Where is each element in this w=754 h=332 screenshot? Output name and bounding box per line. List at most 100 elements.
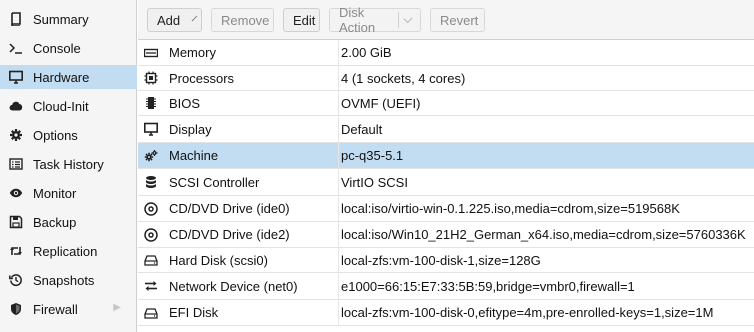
desktop-icon — [9, 70, 23, 84]
revert-button[interactable]: Revert — [430, 8, 485, 32]
sidebar-item-label: Task History — [33, 156, 104, 172]
column-divider — [338, 169, 339, 195]
revert-button-label: Revert — [440, 12, 479, 28]
cdrom-icon — [144, 227, 158, 242]
add-button[interactable]: Add — [147, 8, 202, 32]
row-key: Memory — [169, 45, 216, 60]
hardware-row-machine[interactable]: Machine pc-q35-5.1 — [138, 143, 754, 169]
row-value: VirtIO SCSI — [341, 174, 408, 190]
cogs-icon — [144, 149, 158, 163]
column-divider — [338, 273, 339, 299]
hardware-row-hard-disk-scsi0[interactable]: Hard Disk (scsi0) local-zfs:vm-100-disk-… — [138, 248, 754, 273]
row-value: Default — [341, 121, 383, 137]
row-key: SCSI Controller — [169, 174, 260, 190]
sidebar-item-backup[interactable]: Backup — [0, 210, 137, 234]
cdrom-icon — [144, 201, 158, 216]
row-value: e1000=66:15:E7:33:5B:59,bridge=vmbr0,fir… — [341, 278, 635, 294]
sidebar-item-label: Backup — [33, 214, 77, 230]
sidebar-item-label: Firewall — [33, 301, 78, 317]
book-icon — [9, 12, 23, 26]
row-key: Display — [169, 121, 212, 137]
desktop-icon — [144, 122, 158, 136]
row-key: BIOS — [169, 95, 201, 111]
sidebar-item-label: Console — [33, 40, 81, 56]
row-key: Network Device (net0) — [169, 278, 298, 294]
retweet-icon — [9, 244, 23, 258]
hardware-row-processors[interactable]: Processors 4 (1 sockets, 4 cores) — [138, 66, 754, 91]
row-key: Processors — [169, 70, 235, 86]
edit-button[interactable]: Edit — [283, 8, 320, 32]
database-icon — [144, 175, 158, 189]
history-icon — [9, 273, 23, 287]
hdd-icon — [144, 306, 158, 320]
sidebar-item-console[interactable]: Console — [0, 36, 137, 60]
exchange-icon — [144, 279, 158, 293]
button-separator — [398, 12, 400, 28]
sidebar-item-options[interactable]: Options — [0, 123, 137, 147]
row-key: CD/DVD Drive (ide0) — [169, 201, 290, 216]
column-divider — [338, 116, 339, 142]
sidebar-item-snapshots[interactable]: Snapshots — [0, 268, 137, 292]
sidebar-item-label: Replication — [33, 243, 98, 259]
row-value: 4 (1 sockets, 4 cores) — [341, 70, 466, 86]
row-value: local-zfs:vm-100-disk-1,size=128G — [341, 252, 541, 268]
sidebar-item-label: Options — [33, 127, 78, 143]
hardware-row-bios[interactable]: BIOS OVMF (UEFI) — [138, 91, 754, 116]
disk-action-button-label: Disk Action — [339, 5, 376, 35]
row-key: Machine — [169, 148, 219, 163]
column-divider — [338, 40, 339, 65]
hardware-row-network-device-net0[interactable]: Network Device (net0) e1000=66:15:E7:33:… — [138, 273, 754, 300]
add-button-label: Add — [157, 12, 181, 28]
hardware-row-display[interactable]: Display Default — [138, 116, 754, 143]
gear-icon — [9, 128, 23, 142]
disk-action-button[interactable]: Disk Action — [329, 5, 421, 35]
row-key: CD/DVD Drive (ide2) — [169, 227, 290, 242]
memory-icon — [144, 46, 158, 60]
list-icon — [9, 157, 23, 171]
row-value: local-zfs:vm-100-disk-0,efitype=4m,pre-e… — [341, 305, 714, 320]
edit-button-label: Edit — [293, 12, 316, 28]
column-divider — [338, 300, 339, 325]
hardware-row-memory[interactable]: Memory 2.00 GiB — [138, 40, 754, 66]
remove-button[interactable]: Remove — [211, 8, 274, 32]
column-divider — [338, 196, 339, 221]
sidebar-item-cloud-init[interactable]: Cloud-Init — [0, 94, 137, 118]
eye-icon — [9, 186, 23, 200]
chevron-down-icon — [403, 13, 413, 23]
hardware-row-efi-disk[interactable]: EFI Disk local-zfs:vm-100-disk-0,efitype… — [138, 300, 754, 326]
row-value: 2.00 GiB — [341, 45, 392, 60]
hardware-row-cd-dvd-ide2[interactable]: CD/DVD Drive (ide2) local:iso/Win10_21H2… — [138, 222, 754, 248]
cpu-icon — [144, 71, 158, 85]
sidebar-item-replication[interactable]: Replication — [0, 239, 137, 263]
shield-icon — [9, 302, 23, 316]
toolbar: Add Remove Edit Disk Action Revert — [138, 0, 754, 40]
hardware-row-cd-dvd-ide0[interactable]: CD/DVD Drive (ide0) local:iso/virtio-win… — [138, 196, 754, 222]
sidebar-item-monitor[interactable]: Monitor — [0, 181, 137, 205]
chevron-down-icon — [191, 15, 198, 21]
row-key: Hard Disk (scsi0) — [169, 252, 268, 268]
sidebar-item-hardware[interactable]: Hardware — [0, 65, 137, 89]
row-value: local:iso/Win10_21H2_German_x64.iso,medi… — [341, 227, 746, 242]
row-value: local:iso/virtio-win-0.1.225.iso,media=c… — [341, 201, 680, 216]
expand-arrow-icon[interactable]: ▶ — [113, 302, 121, 313]
sidebar-item-firewall[interactable]: Firewall ▶ — [0, 297, 137, 321]
sidebar-item-label: Hardware — [33, 69, 90, 85]
sidebar-item-task-history[interactable]: Task History — [0, 152, 137, 176]
microchip-icon — [144, 96, 158, 110]
column-divider — [338, 222, 339, 247]
hdd-icon — [144, 253, 158, 267]
column-divider — [338, 91, 339, 115]
sidebar-item-label: Cloud-Init — [33, 98, 89, 114]
hardware-row-scsi-controller[interactable]: SCSI Controller VirtIO SCSI — [138, 169, 754, 196]
row-key: EFI Disk — [169, 305, 219, 320]
column-divider — [338, 143, 339, 168]
cloud-icon — [9, 99, 23, 113]
sidebar-item-label: Summary — [33, 11, 89, 27]
row-value: OVMF (UEFI) — [341, 95, 421, 111]
floppy-icon — [9, 215, 23, 229]
sidebar-item-summary[interactable]: Summary — [0, 7, 137, 31]
remove-button-label: Remove — [221, 12, 270, 28]
row-value: pc-q35-5.1 — [341, 148, 404, 163]
column-divider — [338, 66, 339, 90]
sidebar-item-label: Monitor — [33, 185, 77, 201]
